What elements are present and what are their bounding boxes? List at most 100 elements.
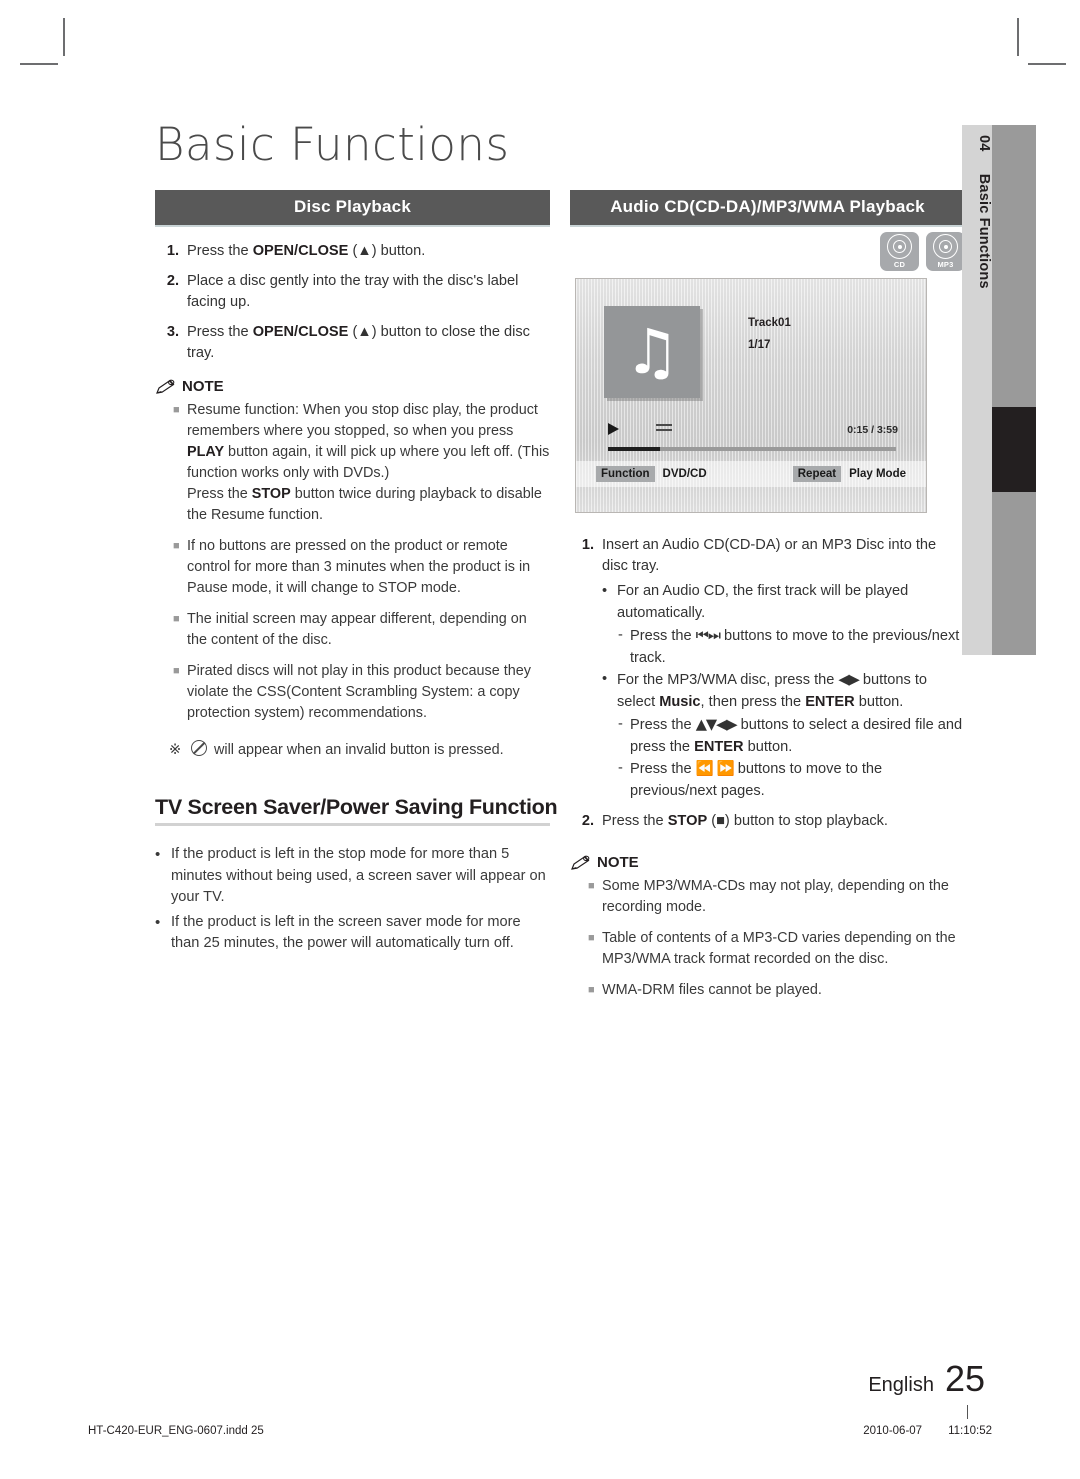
note-bullet-icon: ■ bbox=[588, 932, 595, 944]
step-number: 3. bbox=[166, 324, 179, 340]
pencil-icon bbox=[155, 379, 177, 395]
left-note-list: ■ Resume function: When you stop disc pla… bbox=[155, 400, 550, 724]
dash-icon: - bbox=[618, 627, 623, 643]
section-header-disc-playback: Disc Playback bbox=[155, 190, 550, 227]
time-display: 0:15 / 3:59 bbox=[847, 424, 898, 436]
note-label: NOTE bbox=[597, 854, 639, 871]
sub-bullet-item: • For the MP3/WMA disc, press the ◀▶ butt… bbox=[602, 669, 965, 713]
album-art-placeholder: ♫ bbox=[604, 306, 700, 398]
section-header-audio-cd-playback: Audio CD(CD-DA)/MP3/WMA Playback bbox=[570, 190, 965, 227]
right-column: Audio CD(CD-DA)/MP3/WMA Playback CD MP3 bbox=[570, 190, 965, 271]
bullet-dot-icon: • bbox=[155, 913, 161, 931]
step-number: 1. bbox=[581, 537, 594, 553]
progress-bar-fill bbox=[608, 447, 660, 451]
play-icon bbox=[608, 423, 619, 435]
bullet-dot-icon: • bbox=[155, 846, 161, 863]
note-bullet-icon: ■ bbox=[173, 540, 180, 552]
left-note-block: NOTE ■ Resume function: When you stop dis… bbox=[155, 378, 550, 761]
disc-icon bbox=[887, 234, 912, 259]
status-repeat-key: Repeat bbox=[792, 466, 842, 482]
pencil-icon bbox=[570, 855, 592, 871]
step-text: Insert an Audio CD(CD-DA) or an MP3 Disc… bbox=[602, 535, 965, 802]
chapter-name: Basic Functions bbox=[976, 173, 992, 289]
osd-status-bar: Function DVD/CD Repeat Play Mode bbox=[576, 461, 926, 487]
chapter-index-active-marker bbox=[992, 407, 1036, 492]
track-name-label: Track01 bbox=[748, 317, 791, 329]
progress-bar-track[interactable] bbox=[608, 447, 896, 451]
step-text: Press the OPEN/CLOSE (▲) button to close… bbox=[187, 324, 530, 361]
note-heading: NOTE bbox=[155, 378, 550, 395]
step-item: 2. Press the STOP (■) button to stop play… bbox=[570, 811, 965, 832]
prohibited-icon bbox=[191, 740, 207, 756]
note-bullet-icon: ■ bbox=[173, 665, 180, 677]
supported-disc-icons: CD MP3 bbox=[880, 232, 965, 271]
osd-screen-mockup: ♫ Track01 1/17 0:15 / 3:59 Function DVD/… bbox=[575, 278, 927, 513]
note-bullet-icon: ■ bbox=[588, 880, 595, 892]
note-text: If no buttons are pressed on the product… bbox=[187, 538, 531, 596]
note-item: ■ Pirated discs will not play in this pro… bbox=[155, 661, 550, 724]
dash-list: - Press the ⏮⏭ buttons to move to the pre… bbox=[618, 625, 965, 669]
cropmark-top-right-vertical bbox=[1017, 18, 1019, 56]
note-label: NOTE bbox=[182, 378, 224, 395]
invalid-button-note-text: will appear when an invalid button is pr… bbox=[191, 740, 504, 761]
chapter-number: 04 bbox=[976, 135, 992, 152]
note-item: ■ Resume function: When you stop disc pla… bbox=[155, 400, 550, 526]
imprint-filename: HT-C420-EUR_ENG-0607.indd 25 bbox=[88, 1425, 264, 1437]
page-footer: English 25 bbox=[868, 1358, 985, 1400]
note-bullet-icon: ■ bbox=[173, 404, 180, 416]
invalid-button-note: ※ will appear when an invalid button is … bbox=[155, 740, 550, 761]
footer-language: English bbox=[868, 1374, 934, 1396]
imprint-date: 2010-06-07 bbox=[863, 1425, 923, 1437]
note-bullet-icon: ■ bbox=[588, 984, 595, 996]
page-title: Basic Functions bbox=[155, 118, 510, 171]
footer-page-number: 25 bbox=[944, 1358, 985, 1399]
step-item: 2. Place a disc gently into the tray with… bbox=[155, 271, 550, 313]
right-column-lower: 1. Insert an Audio CD(CD-DA) or an MP3 Di… bbox=[570, 535, 965, 1011]
note-heading-right: NOTE bbox=[570, 854, 965, 871]
status-function-value: DVD/CD bbox=[662, 468, 707, 480]
sub-bullet-text: For the MP3/WMA disc, press the ◀▶ butto… bbox=[617, 671, 928, 710]
left-column: Disc Playback 1. Press the OPEN/CLOSE (▲)… bbox=[155, 190, 558, 958]
cropmark-top-left-vertical bbox=[63, 18, 65, 56]
step-text: Place a disc gently into the tray with t… bbox=[187, 273, 519, 310]
bullet-item: • If the product is left in the screen sa… bbox=[155, 912, 550, 955]
step-number: 2. bbox=[166, 273, 179, 289]
disc-format-label: CD bbox=[893, 260, 906, 269]
dash-text: Press the ▲▼◀▶ buttons to select a desir… bbox=[630, 716, 963, 755]
imprint-tick-mark bbox=[967, 1405, 968, 1419]
note-text: Pirated discs will not play in this prod… bbox=[187, 663, 531, 721]
bullet-text: If the product is left in the stop mode … bbox=[171, 846, 546, 905]
status-repeat-value: Play Mode bbox=[849, 468, 906, 480]
note-item: ■ The initial screen may appear different… bbox=[155, 609, 550, 651]
dash-text: Press the ⏪ ⏩ buttons to move to the pre… bbox=[630, 760, 883, 799]
note-text: Table of contents of a MP3-CD varies dep… bbox=[602, 930, 956, 967]
subheading-tv-screen-saver: TV Screen Saver/Power Saving Function bbox=[155, 795, 558, 826]
step-text: Press the STOP (■) button to stop playba… bbox=[602, 813, 888, 829]
note-text: WMA-DRM files cannot be played. bbox=[602, 982, 822, 998]
chapter-index-bar bbox=[992, 125, 1036, 655]
tv-screen-saver-bullets: • If the product is left in the stop mode… bbox=[155, 844, 550, 955]
bullet-item: • If the product is left in the stop mode… bbox=[155, 844, 550, 909]
note-item: ■ If no buttons are pressed on the produc… bbox=[155, 536, 550, 599]
track-index-label: 1/17 bbox=[748, 339, 771, 351]
right-note-block: NOTE ■ Some MP3/WMA-CDs may not play, dep… bbox=[570, 854, 965, 1001]
step-item: 1. Press the OPEN/CLOSE (▲) button. bbox=[155, 241, 550, 262]
step-item: 1. Insert an Audio CD(CD-DA) or an MP3 Di… bbox=[570, 535, 965, 802]
bullet-dot-icon: • bbox=[602, 671, 608, 687]
disc-format-mp3-icon: MP3 bbox=[926, 232, 965, 271]
reference-mark-icon: ※ bbox=[169, 742, 182, 758]
step-text: Press the OPEN/CLOSE (▲) button. bbox=[187, 243, 426, 259]
note-text: The initial screen may appear different,… bbox=[187, 611, 527, 648]
dash-icon: - bbox=[618, 760, 623, 776]
bullet-text: If the product is left in the screen sav… bbox=[171, 913, 521, 952]
step-sub-bullets: • For an Audio CD, the first track will b… bbox=[602, 581, 965, 802]
note-item: ■ Some MP3/WMA-CDs may not play, dependin… bbox=[570, 876, 965, 918]
sub-bullet-text: For an Audio CD, the first track will be… bbox=[617, 583, 909, 621]
chapter-tab: 04 Basic Functions bbox=[962, 125, 992, 655]
dash-list: - Press the ▲▼◀▶ buttons to select a desi… bbox=[618, 714, 965, 802]
note-item: ■ Table of contents of a MP3-CD varies de… bbox=[570, 928, 965, 970]
sub-bullet-item: • For an Audio CD, the first track will b… bbox=[602, 581, 965, 624]
dash-item: - Press the ⏪ ⏩ buttons to move to the pr… bbox=[618, 758, 965, 802]
dash-item: - Press the ▲▼◀▶ buttons to select a desi… bbox=[618, 714, 965, 758]
step-number: 1. bbox=[166, 243, 179, 259]
